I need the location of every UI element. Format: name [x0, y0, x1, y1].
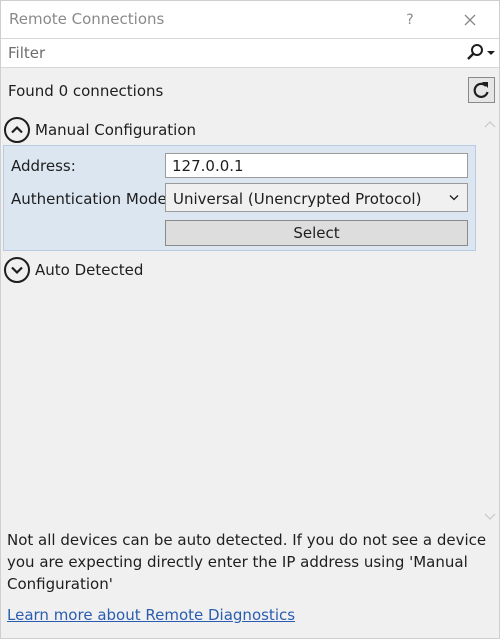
address-field[interactable]: [165, 153, 468, 178]
search-button[interactable]: [463, 43, 497, 63]
filter-bar: [1, 38, 499, 68]
chevron-down-icon: [449, 195, 459, 201]
auth-mode-select[interactable]: Universal (Unencrypted Protocol): [165, 183, 468, 212]
close-icon: [464, 14, 476, 26]
remote-connections-dialog: Remote Connections ? Found 0 connections: [0, 0, 500, 639]
learn-more-link[interactable]: Learn more about Remote Diagnostics: [7, 606, 295, 624]
refresh-button[interactable]: [468, 77, 495, 103]
manual-config-panel: Address: Authentication Mode: Universal …: [3, 145, 476, 251]
window-title: Remote Connections: [9, 10, 165, 28]
connections-count: Found 0 connections: [8, 82, 164, 100]
scroll-up-icon[interactable]: [484, 120, 496, 128]
refresh-icon: [473, 82, 489, 98]
filter-input[interactable]: [1, 39, 456, 67]
select-button[interactable]: Select: [165, 220, 468, 246]
close-button[interactable]: [457, 7, 483, 33]
auto-detect-note: Not all devices can be auto detected. If…: [7, 531, 487, 593]
chevron-up-circle-icon: [11, 125, 23, 134]
address-label: Address:: [11, 157, 76, 175]
scroll-down-icon[interactable]: [484, 513, 496, 521]
chevron-down-circle-icon: [11, 266, 23, 275]
help-button[interactable]: ?: [399, 9, 421, 31]
manual-config-header[interactable]: Manual Configuration: [35, 121, 196, 139]
manual-config-toggle[interactable]: [4, 117, 30, 143]
auth-mode-label: Authentication Mode:: [11, 190, 172, 208]
auto-detected-header[interactable]: Auto Detected: [35, 261, 143, 279]
search-icon: [467, 44, 495, 60]
auth-mode-value: Universal (Unencrypted Protocol): [173, 190, 422, 208]
title-bar: Remote Connections ?: [1, 1, 499, 38]
dropdown-arrow-icon: [487, 51, 495, 55]
auto-detected-toggle[interactable]: [4, 257, 30, 283]
